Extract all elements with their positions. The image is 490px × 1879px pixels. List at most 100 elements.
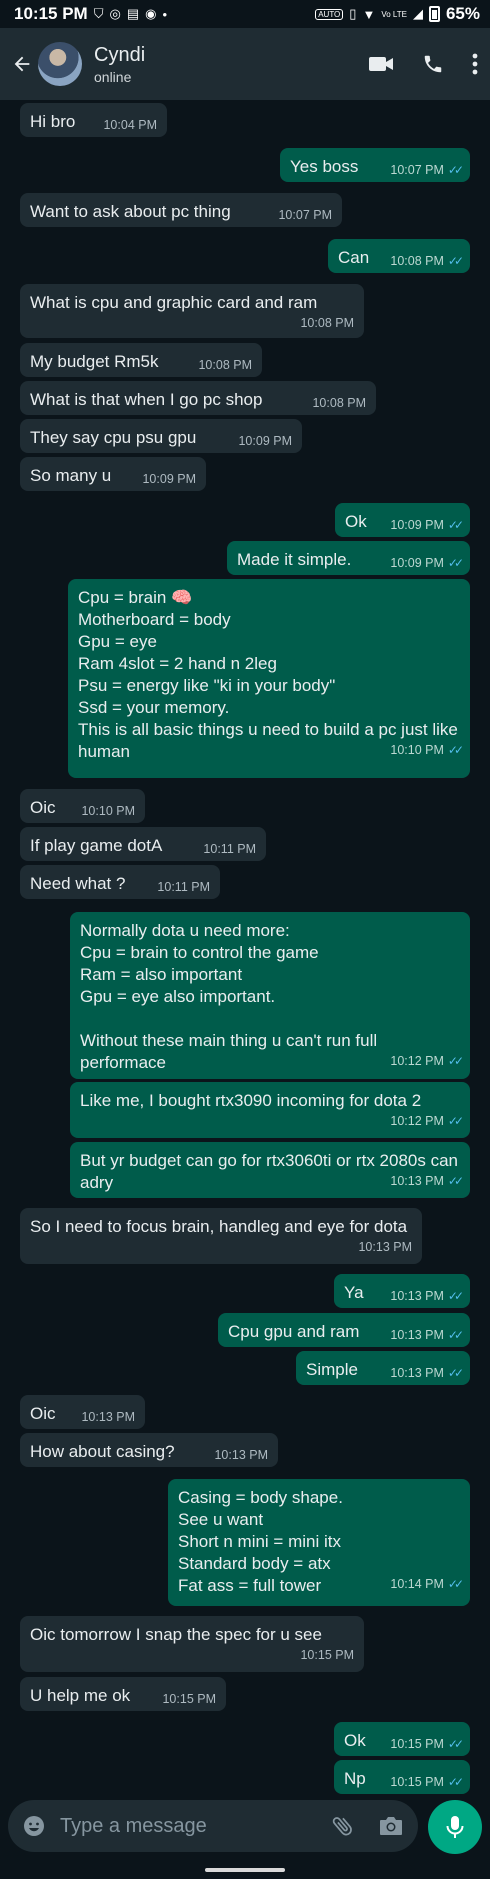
read-receipt-icon: ✓✓	[447, 1366, 464, 1380]
arrow-left-icon	[14, 56, 30, 72]
message-bubble-incoming[interactable]: What is cpu and graphic card and ram 10:0…	[20, 284, 364, 338]
message-text: Can	[338, 248, 370, 267]
message-time: 10:11 PM	[157, 880, 210, 894]
read-receipt-icon: ✓✓	[447, 1054, 464, 1068]
message-text: Want to ask about pc thing	[30, 202, 231, 221]
message-input[interactable]: Type a message	[60, 1815, 330, 1838]
message-text: What is cpu and graphic card and ram	[30, 293, 318, 312]
message-time: 10:09 PM ✓✓	[390, 518, 464, 532]
message-bubble-incoming[interactable]: 10:13 PM How about casing?	[20, 1433, 278, 1467]
message-bubble-outgoing[interactable]: 10:13 PM ✓✓ Ya	[334, 1274, 470, 1308]
message-bubble-outgoing[interactable]: 10:13 PM ✓✓ Simple	[296, 1351, 470, 1385]
read-receipt-icon: ✓✓	[447, 1737, 464, 1751]
message-text: Ok	[345, 512, 367, 531]
read-receipt-icon: ✓✓	[447, 1289, 464, 1303]
message-time: 10:13 PM	[214, 1448, 268, 1462]
contact-info[interactable]: Cyndi online	[94, 44, 368, 85]
message-bubble-incoming[interactable]: 10:04 PM Hi bro	[20, 103, 167, 137]
message-bubble-incoming[interactable]: 10:09 PM So many u	[20, 457, 206, 491]
read-receipt-icon: ✓✓	[447, 1328, 464, 1342]
message-bubble-incoming[interactable]: 10:08 PM My budget Rm5k	[20, 343, 262, 377]
message-bubble-outgoing[interactable]: 10:08 PM ✓✓ Can	[328, 239, 470, 273]
video-call-icon[interactable]	[368, 54, 394, 74]
message-text: Ok	[344, 1731, 366, 1750]
message-bubble-outgoing[interactable]: 10:13 PM ✓✓ Cpu gpu and ram	[218, 1313, 470, 1347]
message-time: 10:10 PM ✓✓	[390, 743, 464, 757]
read-receipt-icon: ✓✓	[447, 743, 464, 757]
chat-header: Cyndi online	[0, 28, 490, 100]
camera-icon[interactable]	[378, 1814, 404, 1838]
messenger-icon: ◉	[145, 6, 157, 21]
message-time: 10:12 PM ✓✓	[390, 1114, 464, 1128]
message-bubble-incoming[interactable]: 10:07 PM Want to ask about pc thing	[20, 193, 342, 227]
message-bubble-outgoing[interactable]: 10:07 PM ✓✓ Yes boss	[280, 148, 470, 182]
attach-icon[interactable]	[330, 1813, 356, 1839]
read-receipt-icon: ✓✓	[447, 163, 464, 177]
message-time: 10:08 PM	[300, 316, 354, 330]
message-text: Hi bro	[30, 112, 76, 131]
message-bubble-outgoing[interactable]: Casing = body shape. See u want Short n …	[168, 1479, 470, 1606]
message-text: My budget Rm5k	[30, 352, 159, 371]
message-time: 10:07 PM ✓✓	[390, 163, 464, 177]
message-time: 10:07 PM	[278, 208, 332, 222]
message-text: Casing = body shape. See u want Short n …	[178, 1488, 343, 1595]
message-text: So many u	[30, 466, 112, 485]
message-text: If play game dotA	[30, 836, 163, 855]
message-time: 10:13 PM ✓✓	[390, 1366, 464, 1380]
notes-icon: ▤	[126, 6, 140, 21]
message-bubble-incoming[interactable]: 10:10 PM Oic	[20, 789, 145, 823]
message-time: 10:11 PM	[203, 842, 256, 856]
message-bubble-incoming[interactable]: 10:08 PM What is that when I go pc shop	[20, 381, 376, 415]
message-bubble-incoming[interactable]: 10:09 PM They say cpu psu gpu	[20, 419, 302, 453]
message-time: 10:09 PM	[142, 472, 196, 486]
message-bubble-incoming[interactable]: 10:11 PM If play game dotA	[20, 827, 266, 861]
message-text: Yes boss	[290, 157, 359, 176]
message-bubble-incoming[interactable]: So I need to focus brain, handleg and ey…	[20, 1208, 422, 1264]
message-text: So I need to focus brain, handleg and ey…	[30, 1217, 408, 1236]
home-indicator	[205, 1868, 285, 1872]
message-bubble-outgoing[interactable]: But yr budget can go for rtx3060ti or rt…	[70, 1142, 470, 1198]
wifi-icon: ▼	[362, 6, 376, 22]
message-time: 10:12 PM ✓✓	[390, 1054, 464, 1068]
message-bubble-incoming[interactable]: 10:11 PM Need what ?	[20, 865, 220, 899]
message-time: 10:08 PM	[198, 358, 252, 372]
battery-icon	[428, 6, 440, 22]
read-receipt-icon: ✓✓	[447, 518, 464, 532]
message-bubble-outgoing[interactable]: 10:15 PM ✓✓ Np	[334, 1760, 470, 1794]
message-bubble-incoming[interactable]: 10:15 PM U help me ok	[20, 1677, 226, 1711]
message-bubble-outgoing[interactable]: 10:09 PM ✓✓ Ok	[335, 503, 470, 537]
message-time: 10:15 PM ✓✓	[390, 1737, 464, 1751]
message-text: Simple	[306, 1360, 358, 1379]
voice-record-button[interactable]	[428, 1800, 482, 1854]
message-time: 10:13 PM ✓✓	[390, 1289, 464, 1303]
message-time: 10:08 PM	[312, 396, 366, 410]
status-time: 10:15 PM	[14, 4, 88, 23]
message-text: Like me, I bought rtx3090 incoming for d…	[80, 1091, 422, 1110]
message-bubble-outgoing[interactable]: 10:09 PM ✓✓ Made it simple.	[227, 541, 470, 575]
read-receipt-icon: ✓✓	[447, 1577, 464, 1591]
signal-icon: ◢	[412, 6, 423, 21]
back-button[interactable]	[8, 50, 36, 78]
message-bubble-outgoing[interactable]: Cpu = brain 🧠 Motherboard = body Gpu = e…	[68, 579, 470, 778]
message-text: They say cpu psu gpu	[30, 428, 197, 447]
message-bubble-incoming[interactable]: Oic tomorrow I snap the spec for u see 10…	[20, 1616, 364, 1672]
message-bubble-outgoing[interactable]: 10:15 PM ✓✓ Ok	[334, 1722, 470, 1756]
message-composer: Type a message	[8, 1800, 418, 1852]
more-notifications-icon: •	[162, 6, 168, 22]
read-receipt-icon: ✓✓	[447, 254, 464, 268]
message-bubble-incoming[interactable]: 10:13 PM Oic	[20, 1395, 145, 1429]
voice-call-icon[interactable]	[422, 53, 444, 75]
message-text: Made it simple.	[237, 550, 352, 569]
message-text: Cpu = brain 🧠 Motherboard = body Gpu = e…	[78, 588, 458, 761]
message-time: 10:15 PM ✓✓	[390, 1775, 464, 1789]
contact-status: online	[94, 68, 132, 85]
emoji-icon[interactable]	[22, 1814, 46, 1838]
message-time: 10:13 PM	[81, 1410, 135, 1424]
message-bubble-outgoing[interactable]: Like me, I bought rtx3090 incoming for d…	[70, 1082, 470, 1138]
more-options-icon[interactable]	[472, 53, 478, 75]
message-bubble-outgoing[interactable]: Normally dota u need more: Cpu = brain t…	[70, 912, 470, 1079]
contact-avatar[interactable]	[38, 42, 82, 86]
message-time: 10:13 PM	[358, 1240, 412, 1254]
message-text: Oic	[30, 1404, 56, 1423]
vpn-icon: ⛉	[93, 6, 104, 21]
